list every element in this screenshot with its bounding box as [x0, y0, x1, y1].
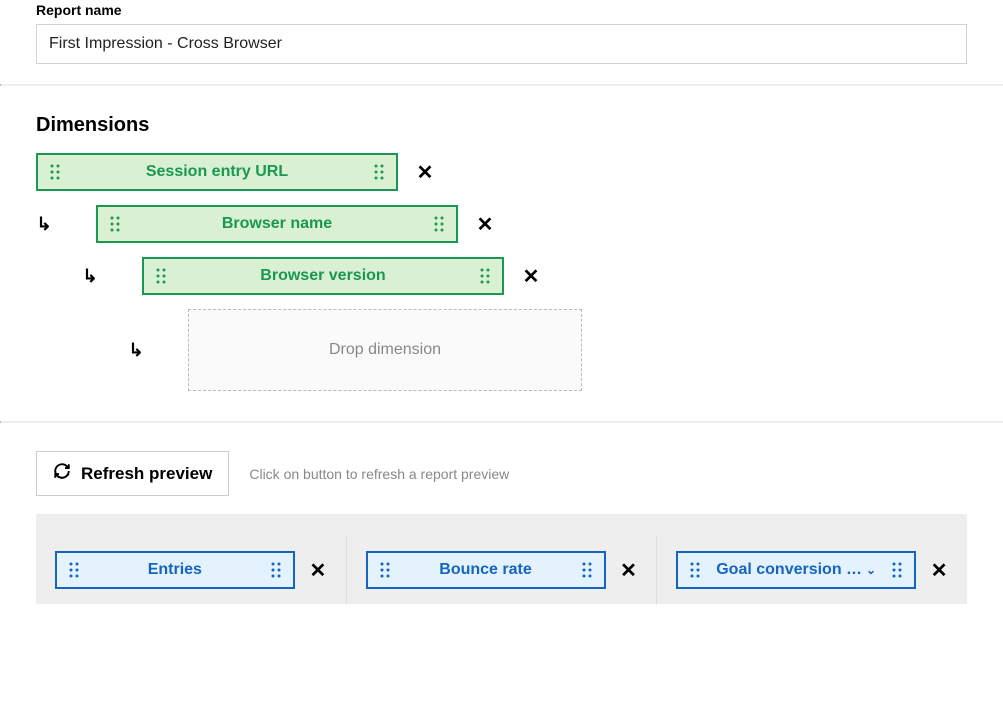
- chevron-down-icon[interactable]: ⌄: [866, 563, 876, 577]
- grip-icon[interactable]: [267, 562, 285, 578]
- grip-icon[interactable]: [65, 562, 83, 578]
- dimension-chip[interactable]: Session entry URL: [36, 153, 398, 191]
- metric-chip[interactable]: Goal conversion … ⌄: [676, 551, 916, 589]
- grip-icon[interactable]: [686, 562, 704, 578]
- grip-icon[interactable]: [46, 164, 64, 180]
- remove-metric-icon[interactable]: ✕: [930, 558, 948, 583]
- grip-icon[interactable]: [370, 164, 388, 180]
- report-name-label: Report name: [36, 2, 967, 18]
- refresh-hint-text: Click on button to refresh a report prev…: [249, 466, 509, 482]
- metric-chip[interactable]: Entries: [55, 551, 295, 589]
- metric-label: Entries: [91, 561, 259, 579]
- dimension-label: Session entry URL: [72, 163, 362, 181]
- remove-dimension-icon[interactable]: ✕: [522, 264, 540, 289]
- drop-dimension-zone[interactable]: Drop dimension: [188, 309, 582, 391]
- grip-icon[interactable]: [578, 562, 596, 578]
- remove-metric-icon[interactable]: ✕: [309, 558, 327, 583]
- grip-icon[interactable]: [152, 268, 170, 284]
- report-name-input[interactable]: [36, 24, 967, 64]
- grip-icon[interactable]: [106, 216, 124, 232]
- refresh-preview-button[interactable]: Refresh preview: [36, 451, 229, 496]
- remove-dimension-icon[interactable]: ✕: [476, 212, 494, 237]
- grip-icon[interactable]: [430, 216, 448, 232]
- subarrow-icon: ↳: [36, 216, 52, 232]
- dimension-label: Browser version: [178, 267, 468, 285]
- grip-icon[interactable]: [476, 268, 494, 284]
- dimension-label: Browser name: [132, 215, 422, 233]
- divider: [0, 421, 1003, 423]
- metric-label: Bounce rate: [402, 561, 570, 579]
- metric-chip[interactable]: Bounce rate: [366, 551, 606, 589]
- divider: [0, 84, 1003, 86]
- metric-label: Goal conversion …: [716, 561, 862, 579]
- dimension-chip[interactable]: Browser name: [96, 205, 458, 243]
- subarrow-icon: ↳: [128, 342, 144, 358]
- grip-icon[interactable]: [888, 562, 906, 578]
- refresh-button-label: Refresh preview: [81, 464, 212, 484]
- drop-placeholder-text: Drop dimension: [329, 341, 441, 359]
- remove-metric-icon[interactable]: ✕: [620, 558, 638, 583]
- remove-dimension-icon[interactable]: ✕: [416, 160, 434, 185]
- dimensions-heading: Dimensions: [36, 114, 967, 137]
- metrics-row: Entries ✕ Bounce rate ✕: [36, 514, 967, 604]
- dimension-chip[interactable]: Browser version: [142, 257, 504, 295]
- refresh-icon: [53, 462, 71, 485]
- subarrow-icon: ↳: [82, 268, 98, 284]
- grip-icon[interactable]: [376, 562, 394, 578]
